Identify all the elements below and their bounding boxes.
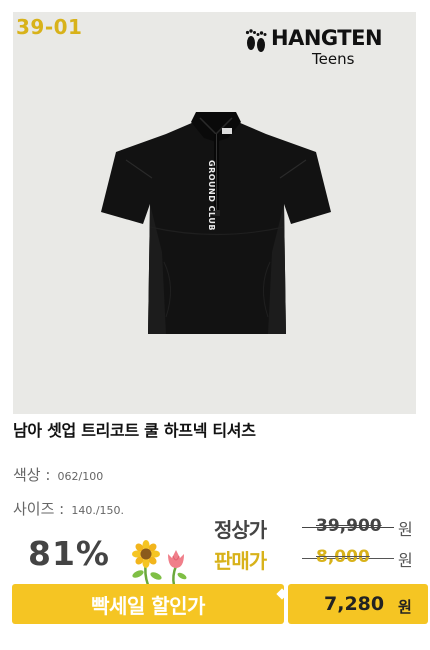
sale-price-row: 판매가 8,000 원 <box>214 545 424 573</box>
color-option: 색상 : 062/100 <box>13 464 103 485</box>
color-value: 062/100 <box>57 470 104 483</box>
regular-price-label: 정상가 <box>214 518 267 542</box>
sale-price-value: 8,000 <box>316 547 370 567</box>
brand-subline: Teens <box>312 50 355 68</box>
discount-rate: 81% <box>28 534 110 573</box>
final-price-value: 7,280 <box>324 593 385 615</box>
brand-name: HANGTEN <box>271 26 383 50</box>
product-photo[interactable]: 39-01 HANGTEN Teens GROUND CLUB <box>13 12 416 414</box>
product-card[interactable]: 39-01 HANGTEN Teens GROUND CLUB 남아 셋업 트리… <box>0 0 430 650</box>
regular-price-value: 39,900 <box>316 516 382 536</box>
final-price-currency: 원 <box>398 598 412 616</box>
product-title[interactable]: 남아 셋업 트리코트 쿨 하프넥 티셔츠 <box>13 417 256 441</box>
size-value: 140./150. <box>71 504 125 517</box>
size-option: 사이즈 : 140./150. <box>13 498 124 519</box>
tshirt-graphic-text: GROUND CLUB <box>207 160 216 231</box>
sale-price-label: 판매가 <box>214 549 267 573</box>
event-label: 빡세일 할인가 <box>91 593 205 618</box>
event-price-banner[interactable]: 빡세일 할인가 7,280 원 <box>12 584 428 624</box>
tshirt-image: GROUND CLUB <box>101 112 331 334</box>
final-price-box: 7,280 원 <box>288 584 428 624</box>
product-code: 39-01 <box>16 15 83 39</box>
brand-logo: HANGTEN Teens <box>244 20 404 76</box>
footprint-icon <box>245 29 267 52</box>
size-label: 사이즈 : <box>13 500 65 518</box>
regular-price-currency: 원 <box>398 520 413 539</box>
flower-icon <box>132 540 187 586</box>
event-label-box: 빡세일 할인가 <box>12 584 284 624</box>
sale-price-currency: 원 <box>398 551 413 570</box>
regular-price-row: 정상가 39,900 원 <box>214 514 424 542</box>
color-label: 색상 : <box>13 466 51 484</box>
